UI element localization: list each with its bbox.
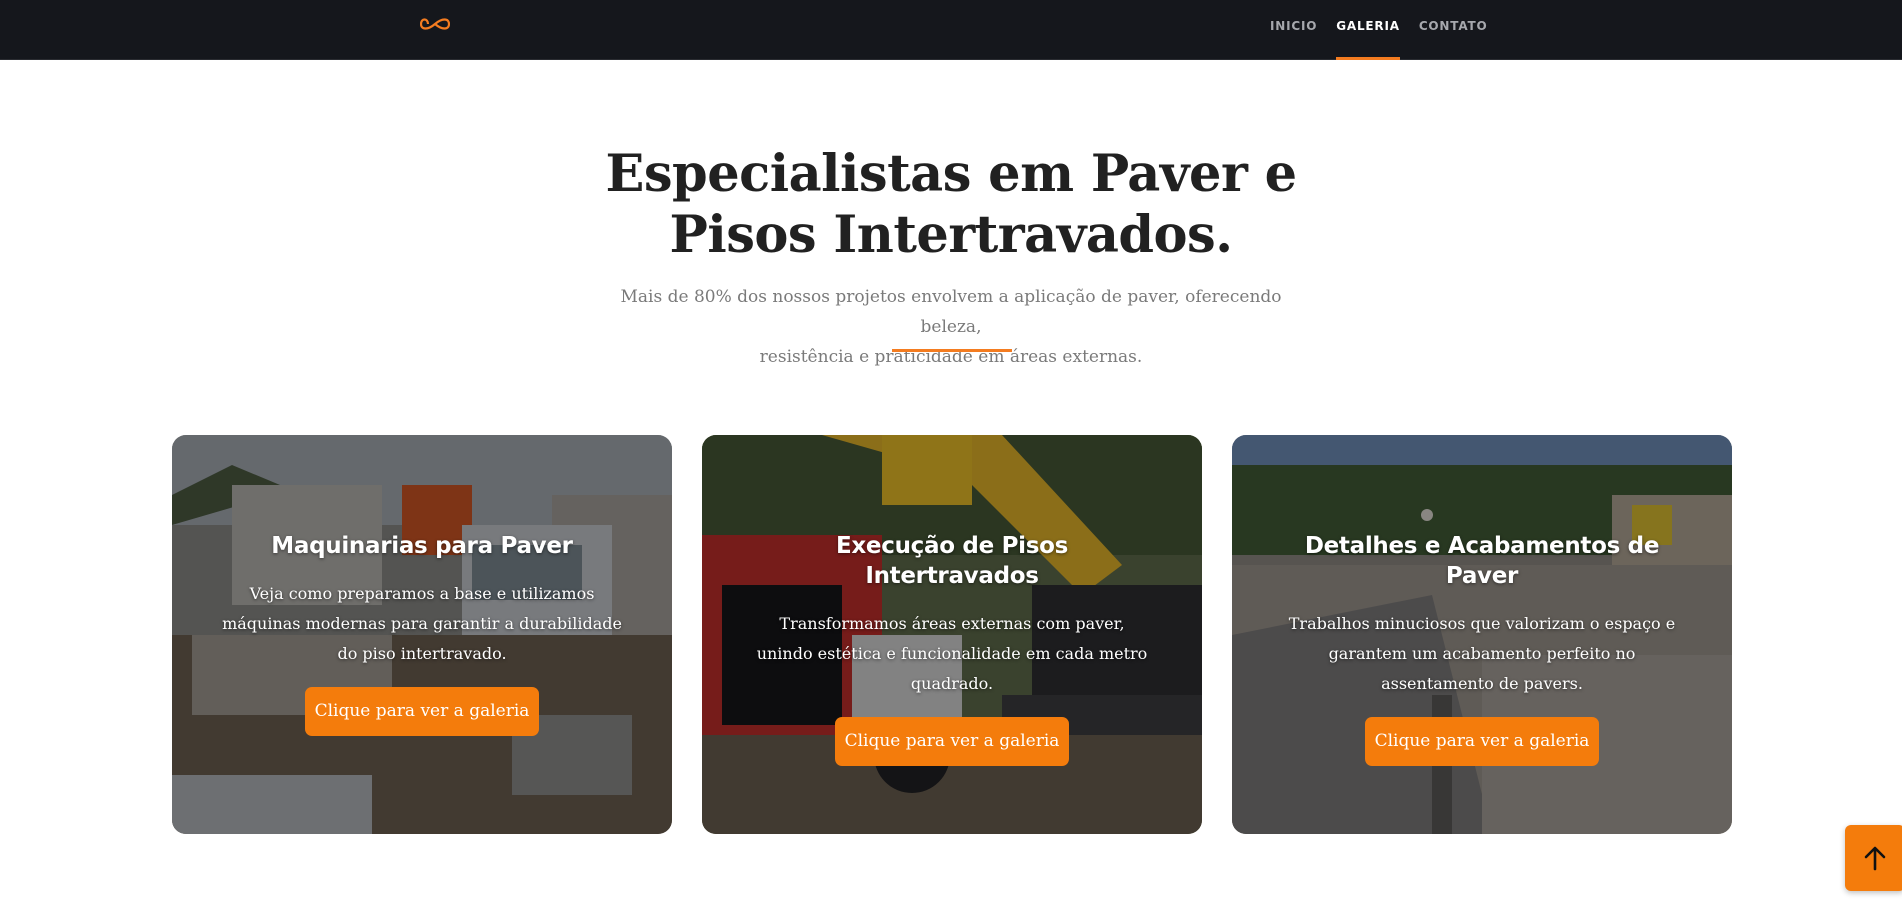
page-title: Especialistas em Paver e Pisos Intertrav… (600, 144, 1302, 266)
card-text: Veja como preparamos a base e utilizamos… (222, 584, 622, 663)
gallery-button[interactable]: Clique para ver a galeria (834, 717, 1070, 766)
card-content: Execução de Pisos Intertravados Transfor… (702, 531, 1202, 766)
card-title: Detalhes e Acabamentos de Paver (1304, 533, 1660, 589)
card-content: Maquinarias para Paver Veja como prepara… (172, 531, 672, 736)
gallery-card-execucao[interactable]: Execução de Pisos Intertravados Transfor… (702, 435, 1202, 834)
nav-menu: INICIO GALERIA CONTATO (1270, 0, 1506, 60)
gallery-button[interactable]: Clique para ver a galeria (304, 687, 540, 736)
nav-link-inicio[interactable]: INICIO (1270, 0, 1317, 60)
card-text: Transformamos áreas externas com paver, … (756, 614, 1148, 693)
active-indicator (1336, 57, 1400, 60)
nav-link-galeria[interactable]: GALERIA (1336, 0, 1400, 60)
card-title: Maquinarias para Paver (271, 533, 573, 559)
page-title-line2: Pisos Intertravados. (669, 205, 1233, 265)
page-title-line1: Especialistas em Paver e (605, 144, 1297, 204)
back-to-top-button[interactable] (1845, 825, 1902, 891)
nav-link-contato[interactable]: CONTATO (1419, 0, 1488, 60)
gallery-card-maquinarias[interactable]: Maquinarias para Paver Veja como prepara… (172, 435, 672, 834)
infinity-logo-icon[interactable] (419, 14, 451, 34)
page-subtitle-line1: Mais de 80% dos nossos projetos envolvem… (620, 287, 1282, 337)
page-subtitle: Mais de 80% dos nossos projetos envolvem… (600, 282, 1302, 372)
nav-link-label: GALERIA (1336, 19, 1400, 33)
card-content: Detalhes e Acabamentos de Paver Trabalho… (1232, 531, 1732, 766)
navbar: INICIO GALERIA CONTATO (0, 0, 1902, 60)
title-divider (892, 349, 1012, 352)
card-text: Trabalhos minuciosos que valorizam o esp… (1288, 614, 1676, 693)
gallery-card-detalhes[interactable]: Detalhes e Acabamentos de Paver Trabalho… (1232, 435, 1732, 834)
gallery-button[interactable]: Clique para ver a galeria (1364, 717, 1600, 766)
card-title: Execução de Pisos Intertravados (835, 533, 1068, 589)
